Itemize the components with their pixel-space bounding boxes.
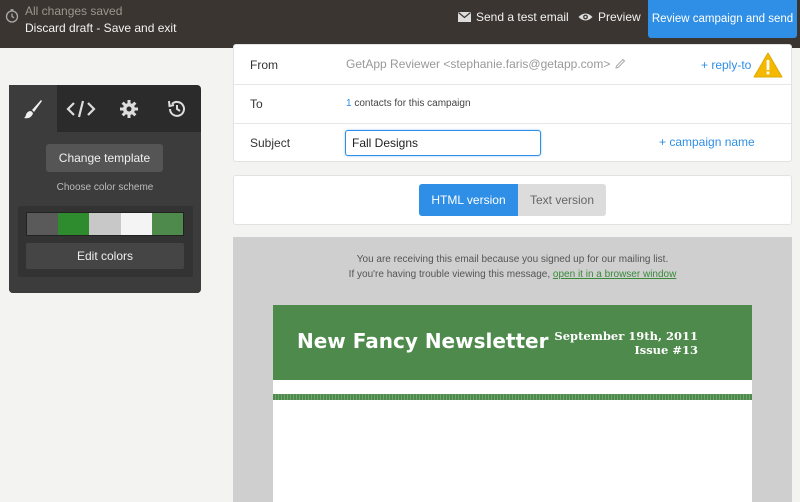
- recipient-count-suffix: contacts for this campaign: [351, 98, 471, 109]
- color-scheme-box: Edit colors: [18, 206, 193, 277]
- color-swatch: [58, 213, 90, 235]
- tab-html-version[interactable]: HTML version: [419, 184, 518, 216]
- campaign-details-form: From GetApp Reviewer <stephanie.faris@ge…: [233, 44, 792, 162]
- clock-icon: [5, 9, 19, 23]
- from-row: From GetApp Reviewer <stephanie.faris@ge…: [234, 45, 791, 85]
- envelope-icon: [458, 12, 471, 22]
- subject-row: Subject + campaign name: [234, 124, 791, 162]
- color-swatch: [27, 213, 59, 235]
- preview-button[interactable]: Preview: [578, 10, 641, 24]
- newsletter-header: New Fancy Newsletter September 19th, 201…: [273, 305, 752, 380]
- choose-color-scheme-label: Choose color scheme: [56, 182, 154, 193]
- send-test-email-button[interactable]: Send a test email: [458, 10, 569, 24]
- send-test-email-label: Send a test email: [476, 10, 569, 24]
- tab-text-version[interactable]: Text version: [518, 184, 606, 216]
- color-swatch: [120, 213, 152, 235]
- review-campaign-button[interactable]: Review campaign and send: [648, 0, 797, 38]
- pencil-icon: [615, 58, 626, 69]
- mailing-list-notice: You are receiving this email because you…: [356, 254, 669, 265]
- from-label: From: [250, 58, 278, 72]
- gear-icon: [120, 99, 138, 118]
- newsletter-date: September 19th, 2011: [554, 329, 698, 343]
- brush-icon: [24, 99, 42, 118]
- version-toggle-card: HTML version Text version: [233, 175, 792, 225]
- browser-view-notice: If you're having trouble viewing this me…: [233, 269, 792, 280]
- tab-code[interactable]: [57, 85, 105, 132]
- to-label: To: [250, 97, 263, 111]
- discard-draft-link[interactable]: Discard draft - Save and exit: [25, 21, 176, 35]
- history-icon: [168, 100, 185, 117]
- color-swatch: [151, 213, 184, 235]
- code-icon: [66, 100, 96, 117]
- newsletter-issue: Issue #13: [634, 343, 698, 357]
- newsletter-title: New Fancy Newsletter: [297, 329, 549, 353]
- preview-label: Preview: [598, 10, 641, 24]
- newsletter-divider: [273, 394, 752, 400]
- tab-settings[interactable]: [105, 85, 153, 132]
- add-campaign-name-link[interactable]: + campaign name: [659, 135, 755, 149]
- tab-history[interactable]: [153, 85, 201, 132]
- edit-colors-button[interactable]: Edit colors: [26, 243, 184, 269]
- from-value[interactable]: GetApp Reviewer <stephanie.faris@getapp.…: [346, 57, 626, 71]
- subject-input[interactable]: [345, 130, 541, 156]
- subject-label: Subject: [250, 136, 291, 150]
- add-reply-to-link[interactable]: + reply-to: [701, 58, 751, 72]
- tool-body: Change template Choose color scheme Edit…: [9, 132, 201, 293]
- browser-view-notice-text: If you're having trouble viewing this me…: [348, 269, 553, 280]
- save-status: All changes saved: [25, 4, 123, 18]
- design-tool-panel: Change template Choose color scheme Edit…: [9, 85, 201, 293]
- to-row: To 1 contacts for this campaign: [234, 85, 791, 124]
- from-address: GetApp Reviewer <stephanie.faris@getapp.…: [346, 57, 611, 71]
- warning-icon: [753, 52, 783, 78]
- email-preview: You are receiving this email because you…: [233, 237, 792, 502]
- eye-icon: [578, 13, 593, 21]
- recipients-summary[interactable]: 1 contacts for this campaign: [346, 98, 471, 109]
- change-template-button[interactable]: Change template: [46, 144, 163, 172]
- newsletter-body: New Fancy Newsletter September 19th, 201…: [273, 305, 752, 502]
- tab-design[interactable]: [9, 85, 57, 132]
- color-swatch: [89, 213, 121, 235]
- open-in-browser-link[interactable]: open it in a browser window: [553, 269, 676, 280]
- color-scheme-swatches[interactable]: [26, 212, 184, 236]
- top-bar: All changes saved Discard draft - Save a…: [0, 0, 800, 48]
